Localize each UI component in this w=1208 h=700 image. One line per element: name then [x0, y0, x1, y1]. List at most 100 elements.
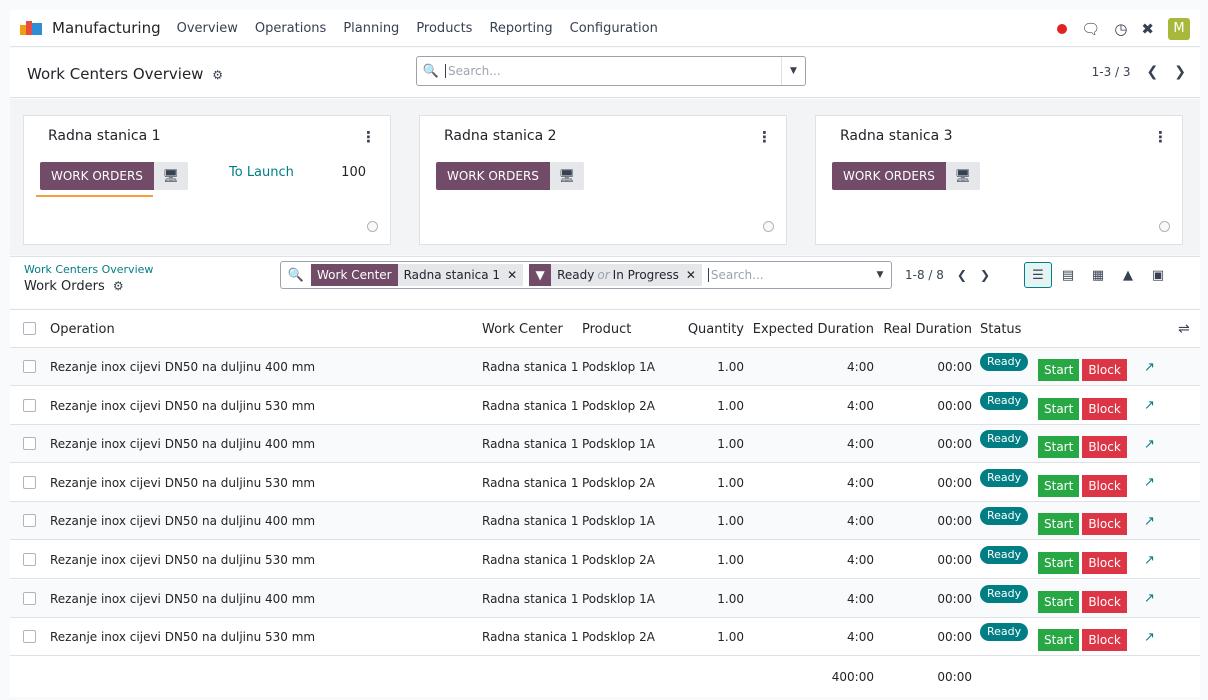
column-header-product[interactable]: Product [582, 310, 631, 348]
pager-prev-icon[interactable]: ❮ [1147, 64, 1159, 80]
column-header-real[interactable]: Real Duration [883, 310, 972, 348]
overview-search-bar[interactable]: 🔍 Search... ▼ [416, 56, 806, 86]
work-orders-button[interactable]: WORK ORDERS [832, 162, 946, 190]
pager-next-icon[interactable]: ❯ [1174, 64, 1186, 80]
external-link-icon[interactable]: ↗ [1144, 464, 1155, 502]
recording-dot-icon[interactable] [1057, 23, 1068, 34]
workorders-search-input[interactable]: Search... [707, 268, 869, 282]
block-button[interactable]: Block [1082, 436, 1127, 459]
row-checkbox[interactable] [23, 360, 36, 373]
kebab-menu-icon[interactable]: ⋮ [1153, 128, 1168, 146]
manufacturing-app-icon[interactable] [20, 21, 42, 35]
pager-prev-icon[interactable]: ❮ [957, 268, 967, 282]
start-button[interactable]: Start [1038, 513, 1080, 536]
search-dropdown-icon[interactable]: ▼ [781, 57, 805, 85]
table-row[interactable]: Rezanje inox cijevi DN50 na duljinu 400 … [10, 502, 1200, 541]
external-link-icon[interactable]: ↗ [1144, 541, 1155, 579]
workcenter-card[interactable]: Radna stanica 3 ⋮ WORK ORDERS 🖥 [815, 115, 1183, 245]
status-dot-icon[interactable] [1159, 221, 1170, 232]
close-icon[interactable]: ✕ [507, 268, 517, 282]
select-all-checkbox[interactable] [23, 322, 36, 335]
monitor-icon[interactable]: 🖥 [153, 162, 188, 190]
monitor-icon[interactable]: 🖥 [945, 162, 980, 190]
row-checkbox[interactable] [23, 630, 36, 644]
status-dot-icon[interactable] [367, 221, 378, 232]
menu-planning[interactable]: Planning [343, 21, 399, 36]
row-checkbox[interactable] [23, 475, 36, 489]
work-orders-button[interactable]: WORK ORDERS [40, 162, 154, 190]
table-row[interactable]: Rezanje inox cijevi DN50 na duljinu 530 … [10, 541, 1200, 579]
block-button[interactable]: Block [1082, 590, 1127, 613]
graph-view-icon[interactable]: ▲ [1114, 262, 1142, 288]
table-row[interactable]: Rezanje inox cijevi DN50 na duljinu 530 … [10, 618, 1200, 657]
close-icon[interactable]: ✕ [686, 268, 696, 282]
app-name[interactable]: Manufacturing [52, 19, 161, 37]
avatar[interactable]: M [1168, 17, 1190, 40]
row-checkbox[interactable] [23, 398, 36, 412]
block-button[interactable]: Block [1082, 397, 1127, 420]
block-button[interactable]: Block [1082, 359, 1127, 381]
pager-next-icon[interactable]: ❯ [980, 268, 990, 282]
gear-icon[interactable]: ⚙ [212, 68, 223, 82]
start-button[interactable]: Start [1038, 629, 1080, 652]
external-link-icon[interactable]: ↗ [1144, 580, 1155, 618]
table-row[interactable]: Rezanje inox cijevi DN50 na duljinu 400 … [10, 425, 1200, 464]
start-button[interactable]: Start [1038, 474, 1080, 497]
calendar-view-icon[interactable]: ▣ [1144, 262, 1172, 288]
start-button[interactable]: Start [1038, 436, 1080, 459]
clock-icon[interactable]: ◷ [1114, 20, 1127, 38]
menu-overview[interactable]: Overview [177, 21, 238, 36]
external-link-icon[interactable]: ↗ [1144, 348, 1155, 386]
row-checkbox[interactable] [23, 514, 36, 528]
column-header-expected[interactable]: Expected Duration [753, 310, 874, 348]
block-button[interactable]: Block [1082, 513, 1127, 536]
column-header-status[interactable]: Status [980, 310, 1021, 348]
table-row[interactable]: Rezanje inox cijevi DN50 na duljinu 400 … [10, 348, 1200, 386]
menu-configuration[interactable]: Configuration [570, 21, 658, 36]
row-checkbox[interactable] [23, 591, 36, 605]
to-launch-link[interactable]: To Launch [229, 165, 294, 180]
menu-reporting[interactable]: Reporting [489, 21, 552, 36]
external-link-icon[interactable]: ↗ [1144, 425, 1155, 463]
gear-icon[interactable]: ⚙ [113, 279, 124, 293]
overview-search-input[interactable]: Search... [445, 64, 781, 78]
table-row[interactable]: Rezanje inox cijevi DN50 na duljinu 530 … [10, 387, 1200, 425]
monitor-icon[interactable]: 🖥 [549, 162, 584, 190]
column-header-operation[interactable]: Operation [50, 310, 115, 348]
external-link-icon[interactable]: ↗ [1144, 618, 1155, 656]
row-checkbox[interactable] [23, 553, 36, 566]
start-button[interactable]: Start [1038, 359, 1080, 381]
column-header-quantity[interactable]: Quantity [688, 310, 744, 348]
table-row[interactable]: Rezanje inox cijevi DN50 na duljinu 400 … [10, 579, 1200, 618]
column-header-work-center[interactable]: Work Center [482, 310, 563, 348]
block-button[interactable]: Block [1082, 552, 1127, 574]
breadcrumb[interactable]: Work Centers Overview [24, 263, 153, 276]
workcenter-card[interactable]: Radna stanica 1 ⋮ WORK ORDERS 🖥 To Launc… [23, 115, 391, 245]
external-link-icon[interactable]: ↗ [1144, 387, 1155, 425]
optional-columns-icon[interactable]: ⇌ [1178, 310, 1190, 348]
to-launch-count[interactable]: 100 [341, 165, 366, 180]
work-orders-button[interactable]: WORK ORDERS [436, 162, 550, 190]
kebab-menu-icon[interactable]: ⋮ [361, 128, 376, 146]
workorders-search-bar[interactable]: 🔍 Work Center Radna stanica 1 ✕ ▼ Ready … [280, 261, 892, 289]
pager-value[interactable]: 1-3 / 3 [1092, 65, 1131, 79]
start-button[interactable]: Start [1038, 590, 1080, 613]
start-button[interactable]: Start [1038, 397, 1080, 420]
kanban-view-icon[interactable]: ▤ [1054, 262, 1082, 288]
chat-icon[interactable]: 🗨 [1081, 20, 1100, 38]
list-view-icon[interactable]: ☰ [1024, 262, 1052, 288]
status-dot-icon[interactable] [763, 221, 774, 232]
pivot-view-icon[interactable]: ▦ [1084, 262, 1112, 288]
block-button[interactable]: Block [1082, 629, 1127, 652]
search-dropdown-icon[interactable]: ▼ [869, 270, 891, 280]
menu-products[interactable]: Products [416, 21, 472, 36]
tools-icon[interactable]: ✖ [1141, 20, 1154, 38]
table-row[interactable]: Rezanje inox cijevi DN50 na duljinu 530 … [10, 464, 1200, 502]
row-checkbox[interactable] [23, 437, 36, 451]
menu-operations[interactable]: Operations [255, 21, 326, 36]
start-button[interactable]: Start [1038, 552, 1080, 574]
kebab-menu-icon[interactable]: ⋮ [757, 128, 772, 146]
block-button[interactable]: Block [1082, 474, 1127, 497]
workcenter-card[interactable]: Radna stanica 2 ⋮ WORK ORDERS 🖥 [419, 115, 787, 245]
external-link-icon[interactable]: ↗ [1144, 502, 1155, 540]
